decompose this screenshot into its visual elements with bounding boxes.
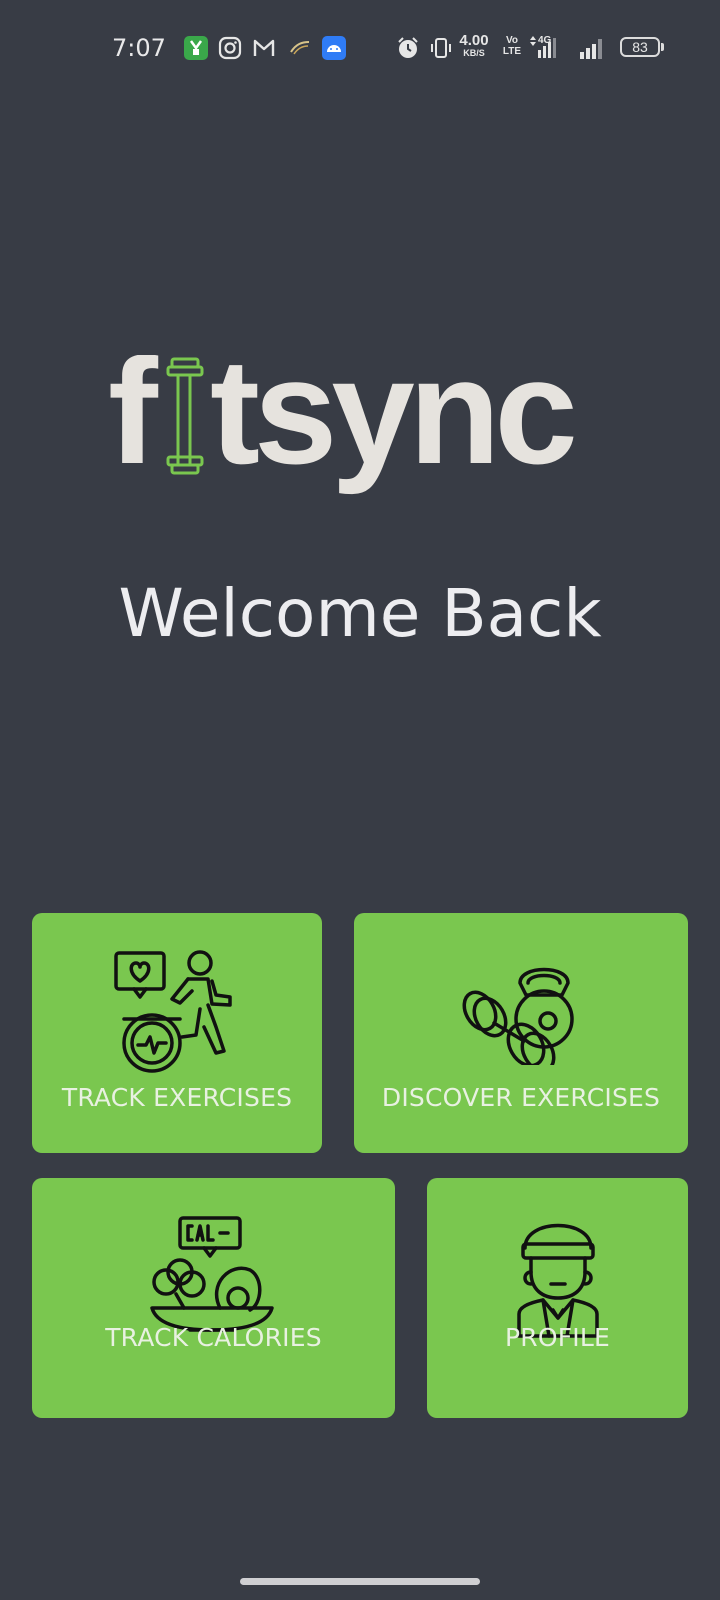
vibrate-icon [431,38,451,58]
user-avatar-icon [517,1223,599,1338]
network-speed-unit: KB/S [463,48,485,58]
gmail-icon [253,39,275,56]
welcome-title: Welcome Back [118,575,602,652]
food-plate-calories-icon [150,1216,274,1332]
profile-button[interactable]: PROFILE [427,1178,688,1418]
fitsync-logo: f tsync [108,355,580,495]
discover-exercises-button[interactable]: DISCOVER EXERCISES [354,913,688,1153]
card-label: PROFILE [504,1323,610,1352]
barbell-icon [166,357,204,475]
logo-letter-f: f [108,355,159,495]
dumbbell-kettlebell-icon [462,967,574,1065]
volte-indicator: Vo LTE [499,35,525,57]
ribbon-app-icon [290,41,310,55]
battery-icon: 83 [620,37,660,57]
track-calories-button[interactable]: TRACK CALORIES [32,1178,395,1418]
alarm-icon [398,37,418,58]
android-icon [322,36,346,60]
battery-tip [661,43,664,51]
instagram-icon [218,36,242,60]
runner-heart-icon [114,950,232,1073]
volte-line2: LTE [502,46,522,57]
signal-icon [580,39,602,59]
network-speed-value: 4.00 [459,32,489,49]
card-label: TRACK CALORIES [105,1323,322,1352]
app-notification-icon [184,36,208,60]
volte-line1: Vo [505,35,519,46]
logo-text-rest: tsync [210,355,574,495]
home-indicator[interactable] [240,1578,480,1585]
track-exercises-button[interactable]: TRACK EXERCISES [32,913,322,1153]
network-speed: 4.00 KB/S [456,33,492,58]
status-bar: 7:07 4.00 KB/S Vo LTE 4G 83 [0,0,720,95]
card-label: DISCOVER EXERCISES [381,1083,661,1112]
data-arrows-icon: 4G [530,35,556,58]
card-label: TRACK EXERCISES [61,1083,293,1112]
status-time: 7:07 [112,34,166,62]
